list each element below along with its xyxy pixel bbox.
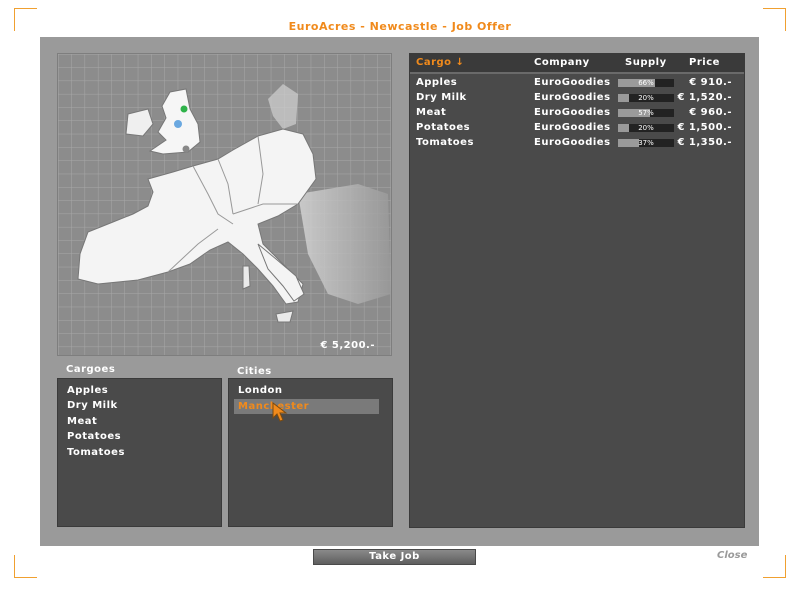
frame-corner: [763, 555, 786, 578]
company-cell: EuroGoodies: [534, 107, 611, 118]
cargoes-label: Cargoes: [66, 364, 116, 375]
frame-corner: [14, 555, 37, 578]
cargoes-list[interactable]: Apples Dry Milk Meat Potatoes Tomatoes: [57, 378, 222, 527]
take-job-button[interactable]: Take Job: [313, 549, 476, 565]
column-header-price[interactable]: Price: [689, 57, 720, 68]
supply-percent: 20%: [638, 94, 654, 102]
supply-bar: 37%: [618, 139, 674, 147]
cities-label: Cities: [237, 366, 272, 377]
supply-percent: 66%: [638, 79, 654, 87]
europe-map: € 5,200.-: [57, 53, 392, 356]
cargo-cell: Meat: [416, 107, 447, 118]
supply-bar: 57%: [618, 109, 674, 117]
destination-marker: [180, 105, 188, 113]
supply-percent: 57%: [638, 109, 654, 117]
map-graphic: [58, 54, 391, 355]
job-price-badge: € 5,200.-: [320, 340, 375, 351]
supply-bar: 66%: [618, 79, 674, 87]
job-offers-table: Cargo ↓ Company Supply Price Apples Euro…: [409, 53, 745, 528]
supply-bar: 20%: [618, 124, 674, 132]
company-cell: EuroGoodies: [534, 77, 611, 88]
mouse-cursor-icon: [272, 402, 288, 422]
price-cell: € 1,500.-: [677, 122, 732, 133]
price-cell: € 1,350.-: [677, 137, 732, 148]
company-cell: EuroGoodies: [534, 122, 611, 133]
cargo-cell: Apples: [416, 77, 458, 88]
cargo-item-apples[interactable]: Apples: [67, 385, 108, 396]
price-cell: € 1,520.-: [677, 92, 732, 103]
column-header-company[interactable]: Company: [534, 57, 590, 68]
table-row[interactable]: Tomatoes EuroGoodies 37% € 1,350.-: [410, 136, 744, 151]
supply-bar: 20%: [618, 94, 674, 102]
cargo-cell: Tomatoes: [416, 137, 474, 148]
column-header-supply[interactable]: Supply: [625, 57, 667, 68]
price-cell: € 910.-: [689, 77, 732, 88]
table-row[interactable]: Meat EuroGoodies 57% € 960.-: [410, 106, 744, 121]
table-row[interactable]: Dry Milk EuroGoodies 20% € 1,520.-: [410, 91, 744, 106]
cargo-item-potatoes[interactable]: Potatoes: [67, 431, 121, 442]
cargo-cell: Potatoes: [416, 122, 471, 133]
cargo-item-dry-milk[interactable]: Dry Milk: [67, 400, 118, 411]
cargo-item-tomatoes[interactable]: Tomatoes: [67, 447, 125, 458]
close-button[interactable]: Close: [717, 550, 747, 561]
supply-percent: 20%: [638, 124, 654, 132]
supply-percent: 37%: [638, 139, 654, 147]
city-item-london[interactable]: London: [238, 385, 283, 396]
cargo-cell: Dry Milk: [416, 92, 467, 103]
table-row[interactable]: Apples EuroGoodies 66% € 910.-: [410, 76, 744, 91]
cargo-item-meat[interactable]: Meat: [67, 416, 97, 427]
price-cell: € 960.-: [689, 107, 732, 118]
window-title: EuroAcres - Newcastle - Job Offer: [288, 20, 512, 33]
table-header: Cargo ↓ Company Supply Price: [410, 54, 744, 74]
cities-list[interactable]: London Manchester: [228, 378, 393, 527]
company-cell: EuroGoodies: [534, 92, 611, 103]
city-marker: [182, 145, 190, 153]
table-row[interactable]: Potatoes EuroGoodies 20% € 1,500.-: [410, 121, 744, 136]
company-cell: EuroGoodies: [534, 137, 611, 148]
column-header-cargo[interactable]: Cargo ↓: [416, 57, 464, 68]
city-item-manchester[interactable]: Manchester: [234, 399, 379, 414]
origin-marker: [174, 120, 182, 128]
